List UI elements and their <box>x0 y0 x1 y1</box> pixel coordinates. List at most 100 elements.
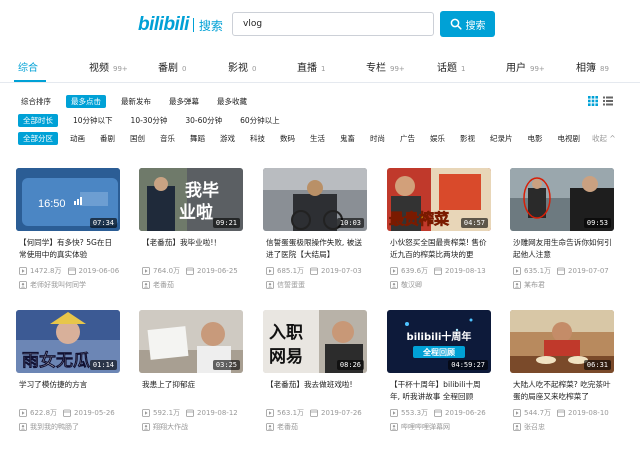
video-card[interactable]: 06:31 大陆人吃不起榨菜? 吃完茶叶蛋的局座又来吃榨菜了 544.7万 20… <box>510 310 614 439</box>
order-newest[interactable]: 最新发布 <box>118 95 154 108</box>
tab-live[interactable]: 直播 1 <box>297 59 325 74</box>
video-thumbnail[interactable]: 09:53 <box>510 168 614 231</box>
search-button[interactable]: 搜索 <box>440 11 495 37</box>
zone-all[interactable]: 全部分区 <box>18 131 58 145</box>
video-duration: 09:53 <box>583 218 611 228</box>
duration-over-60[interactable]: 60分钟以上 <box>237 114 283 127</box>
zone-life[interactable]: 生活 <box>307 132 328 145</box>
tab-label: 专栏 <box>366 63 386 74</box>
bilibili-logo[interactable]: bilibili 搜索 <box>138 14 223 36</box>
grid-view-icon[interactable] <box>588 96 598 106</box>
video-title[interactable]: 沙雕网友用生命告诉你如何引起他人注意 <box>513 237 613 261</box>
search-button-label: 搜索 <box>465 20 486 32</box>
video-card[interactable]: 03:25 我患上了抑郁症 592.1万 2019-08-12 翔翔大作战 <box>139 310 243 439</box>
upload-date: 2019-06-06 <box>78 267 120 275</box>
zone-bangumi[interactable]: 番剧 <box>97 132 118 145</box>
tab-user[interactable]: 用户 99+ <box>506 59 545 74</box>
video-thumbnail[interactable]: 16:50 07:34 <box>16 168 120 231</box>
video-card[interactable]: 16:50 07:34 【何同学】有多快? 5G在日常使用中的真实体验 1472… <box>16 168 120 297</box>
video-card[interactable]: 10:03 信誓蛋蛋极限操作失败, 被送进了医院【大结局】 685.1万 201… <box>263 168 367 297</box>
active-tab-indicator <box>14 80 46 82</box>
uploader[interactable]: 老番茄 <box>266 422 298 432</box>
upload-date: 2019-07-26 <box>321 409 362 417</box>
video-thumbnail[interactable]: 10:03 <box>263 168 367 231</box>
view-count: 563.1万 <box>277 409 305 417</box>
video-thumbnail[interactable]: 03:25 <box>139 310 243 373</box>
zone-tv[interactable]: 电视剧 <box>555 132 584 145</box>
uploader[interactable]: 敬汉卿 <box>390 280 422 290</box>
video-title[interactable]: 【何同学】有多快? 5G在日常使用中的真实体验 <box>19 237 119 261</box>
video-thumbnail[interactable]: 我毕 业啦 09:21 <box>139 168 243 231</box>
zone-ent[interactable]: 娱乐 <box>427 132 448 145</box>
tab-topic[interactable]: 话题 1 <box>437 59 465 74</box>
calendar-icon <box>67 267 76 275</box>
list-view-icon[interactable] <box>603 96 613 106</box>
zone-cinephile[interactable]: 影视 <box>457 132 478 145</box>
video-title[interactable]: 【干杯十周年】bilibili十周年, 听我讲故事 全程回顾 <box>390 379 490 403</box>
video-duration: 03:25 <box>212 360 240 370</box>
tab-all[interactable]: 综合 <box>18 59 38 74</box>
zone-guochuang[interactable]: 国创 <box>127 132 148 145</box>
video-title[interactable]: 大陆人吃不起榨菜? 吃完茶叶蛋的局座又来吃榨菜了 <box>513 379 613 403</box>
order-most-clicks[interactable]: 最多点击 <box>66 94 106 108</box>
uploader[interactable]: 某布君 <box>513 280 545 290</box>
video-thumbnail[interactable]: 06:31 <box>510 310 614 373</box>
order-default[interactable]: 综合排序 <box>18 95 54 108</box>
order-most-danmaku[interactable]: 最多弹幕 <box>166 95 202 108</box>
video-card[interactable]: 09:53 沙雕网友用生命告诉你如何引起他人注意 635.1万 2019-07-… <box>510 168 614 297</box>
order-most-favorites[interactable]: 最多收藏 <box>214 95 250 108</box>
uploader[interactable]: 哔哩哔哩弹幕网 <box>390 422 450 432</box>
video-title[interactable]: 学习了模仿捷的方言 <box>19 379 119 403</box>
duration-all[interactable]: 全部时长 <box>18 113 58 127</box>
tab-label: 番剧 <box>158 63 178 74</box>
tab-film[interactable]: 影视 0 <box>228 59 256 74</box>
video-card[interactable]: bilibili十周年 全程回顾 04:59:27 【干杯十周年】bilibil… <box>387 310 491 439</box>
zone-digital[interactable]: 数码 <box>277 132 298 145</box>
video-thumbnail[interactable]: bilibili十周年 全程回顾 04:59:27 <box>387 310 491 373</box>
video-title[interactable]: 【老番茄】我毕业啦!！ <box>142 237 242 261</box>
view-count: 592.1万 <box>153 409 181 417</box>
zone-kichiku[interactable]: 鬼畜 <box>337 132 358 145</box>
zone-game[interactable]: 游戏 <box>217 132 238 145</box>
video-card[interactable]: 入职 网易 08:26 【老番茄】我去做班戏啦! 563.1万 2019-07-… <box>263 310 367 439</box>
uploader[interactable]: 张召忠 <box>513 422 545 432</box>
tab-album[interactable]: 相簿 89 <box>576 59 609 74</box>
uploader[interactable]: 信誓蛋蛋 <box>266 280 305 290</box>
fold-toggle[interactable]: 收起 ^ <box>592 133 616 144</box>
zone-animation[interactable]: 动画 <box>67 132 88 145</box>
video-card[interactable]: 雨女无瓜 01:14 学习了模仿捷的方言 622.8万 2019-05-26 我… <box>16 310 120 439</box>
video-card[interactable]: 最贵榨菜 04:57 小伙怒买全国最贵榨菜! 售价近九百的榨菜比两块的更 639… <box>387 168 491 297</box>
video-title[interactable]: 【老番茄】我去做班戏啦! <box>266 379 366 403</box>
zone-movie[interactable]: 电影 <box>525 132 546 145</box>
upload-date: 2019-08-12 <box>197 409 238 417</box>
zone-fashion[interactable]: 时尚 <box>367 132 388 145</box>
duration-under-10[interactable]: 10分钟以下 <box>70 114 116 127</box>
video-card[interactable]: 我毕 业啦 09:21 【老番茄】我毕业啦!！ 764.0万 2019-06-2… <box>139 168 243 297</box>
tab-article[interactable]: 专栏 99+ <box>366 59 405 74</box>
zone-documentary[interactable]: 纪录片 <box>487 132 516 145</box>
tab-count: 99+ <box>390 65 405 73</box>
upload-date: 2019-07-07 <box>568 267 609 275</box>
tab-bangumi[interactable]: 番剧 0 <box>158 59 186 74</box>
video-title[interactable]: 信誓蛋蛋极限操作失败, 被送进了医院【大结局】 <box>266 237 366 261</box>
zone-tech[interactable]: 科技 <box>247 132 268 145</box>
duration-10-30[interactable]: 10-30分钟 <box>128 114 171 127</box>
search-input[interactable]: vlog <box>232 12 434 36</box>
play-count-icon <box>19 267 27 275</box>
play-count-icon <box>266 409 274 417</box>
video-thumbnail[interactable]: 入职 网易 08:26 <box>263 310 367 373</box>
zone-music[interactable]: 音乐 <box>157 132 178 145</box>
uploader[interactable]: 翔翔大作战 <box>142 422 188 432</box>
zone-dance[interactable]: 舞蹈 <box>187 132 208 145</box>
uploader[interactable]: 老番茄 <box>142 280 174 290</box>
uploader[interactable]: 老师好我叫何同学 <box>19 280 86 290</box>
duration-30-60[interactable]: 30-60分钟 <box>182 114 225 127</box>
video-thumbnail[interactable]: 雨女无瓜 01:14 <box>16 310 120 373</box>
tab-video[interactable]: 视频 99+ <box>89 59 128 74</box>
video-title[interactable]: 我患上了抑郁症 <box>142 379 242 403</box>
uploader-name: 老番茄 <box>153 281 174 289</box>
video-thumbnail[interactable]: 最贵榨菜 04:57 <box>387 168 491 231</box>
video-title[interactable]: 小伙怒买全国最贵榨菜! 售价近九百的榨菜比两块的更 <box>390 237 490 261</box>
uploader[interactable]: 我到我的鸭肠了 <box>19 422 79 432</box>
zone-ad[interactable]: 广告 <box>397 132 418 145</box>
